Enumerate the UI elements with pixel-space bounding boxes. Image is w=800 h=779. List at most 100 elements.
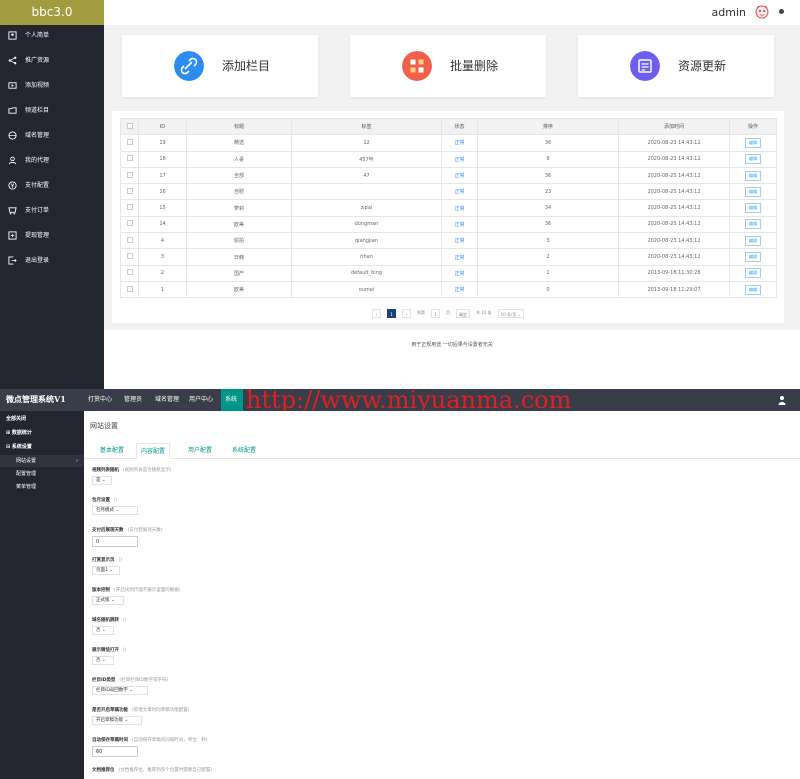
header-id[interactable]: ID xyxy=(138,117,187,136)
page-number-input[interactable]: 1 xyxy=(431,308,440,318)
cell-time: 2020-08-23 14:43:12 xyxy=(618,199,730,217)
add-column-card[interactable]: 添加栏目 xyxy=(122,35,318,97)
setting-select[interactable]: 正式版 ⌄ xyxy=(92,596,124,605)
edit-button[interactable]: 编辑 xyxy=(745,154,761,165)
setting-select[interactable]: 栏目ID返回数字 ⌄ xyxy=(92,686,148,695)
tab-content[interactable]: 内容配置 xyxy=(136,443,171,459)
avatar-icon[interactable] xyxy=(754,4,770,20)
nav-reward-center[interactable]: 打赏中心 xyxy=(84,389,116,411)
row-checkbox[interactable] xyxy=(120,183,139,201)
cell-time-text: 2020-08-23 14:43:12 xyxy=(647,205,701,212)
edit-button[interactable]: 编辑 xyxy=(745,235,761,246)
field-label: 自动保存草稿时间 (自动保存草稿的间隔时间，单位：秒) xyxy=(92,737,208,743)
user-name[interactable]: admin xyxy=(712,6,746,19)
sidebar-item-menu-manage[interactable]: 菜单管理 xyxy=(0,481,84,493)
batch-delete-card[interactable]: 批量删除 xyxy=(350,35,546,97)
header-tag[interactable]: 标签 xyxy=(291,117,442,136)
payment-icon xyxy=(8,181,17,190)
setting-input[interactable]: 60 xyxy=(92,746,138,757)
sidebar-item-add-video[interactable]: 添加视频 xyxy=(0,77,104,95)
sidebar-item-pay-config[interactable]: 支付配置 xyxy=(0,177,104,195)
setting-input[interactable]: 0 xyxy=(92,536,138,547)
sidebar-item-withdraw[interactable]: 提现管理 xyxy=(0,227,104,245)
cell-action: 编辑 xyxy=(729,150,777,168)
edit-button[interactable]: 编辑 xyxy=(745,268,761,279)
sidebar-item-profile[interactable]: 个人简单 xyxy=(0,27,104,45)
system-title: 微点管理系统V1 xyxy=(6,394,66,404)
cell-time: 2020-08-23 14:43:12 xyxy=(618,183,730,201)
tab-system[interactable]: 系统配置 xyxy=(232,443,256,459)
setting-select[interactable]: 开启草稿功能 ⌄ xyxy=(92,716,142,725)
nav-domain[interactable]: 域名管理 xyxy=(151,389,183,411)
bottom-admin-app: 微点管理系统V1 打赏中心 管理员 域名管理 用户中心 系统 http://ww… xyxy=(0,388,800,779)
cell-time: 2020-08-23 14:43:12 xyxy=(618,248,730,266)
row-checkbox[interactable] xyxy=(120,232,139,250)
table-row: 2 国产 default_bing 正常 1 2013-09-18 11:30:28 编辑 xyxy=(120,264,777,282)
sidebar-item-promo[interactable]: 推广资源 xyxy=(0,52,104,70)
edit-button[interactable]: 编辑 xyxy=(745,170,761,181)
sidebar-item-system-settings[interactable]: ⊟ 系统设置 xyxy=(0,441,84,453)
tab-basic[interactable]: 基本配置 xyxy=(100,443,124,459)
row-checkbox[interactable] xyxy=(120,215,139,234)
confirm-button[interactable]: 确定 xyxy=(456,308,470,318)
edit-button[interactable]: 编辑 xyxy=(745,137,761,148)
row-checkbox[interactable] xyxy=(120,248,139,266)
nav-admin[interactable]: 管理员 xyxy=(120,389,146,411)
row-checkbox[interactable] xyxy=(120,199,139,217)
sidebar-item-domain[interactable]: 域名管理 xyxy=(0,127,104,145)
sidebar-item-stats[interactable]: ⊞ 数据统计 xyxy=(0,427,84,439)
cell-status: 正常 xyxy=(441,150,478,168)
select-all-checkbox[interactable] xyxy=(120,117,139,136)
sidebar-item-label: 提现管理 xyxy=(25,232,50,239)
sidebar-item-site-settings[interactable]: 网站设置 › xyxy=(0,455,84,467)
header-time[interactable]: 添加时间 xyxy=(618,117,730,136)
row-checkbox[interactable] xyxy=(120,150,139,168)
header-status[interactable]: 状态 xyxy=(441,117,478,136)
header-title[interactable]: 标题 xyxy=(186,117,292,136)
tab-user[interactable]: 用户配置 xyxy=(188,443,212,459)
sidebar-item-agent[interactable]: 我的代理 xyxy=(0,152,104,170)
setting-select[interactable]: 页面1 ⌄ xyxy=(92,566,120,575)
cell-title-text: 日韩 xyxy=(233,254,244,261)
row-checkbox[interactable] xyxy=(120,134,139,152)
edit-button[interactable]: 编辑 xyxy=(745,219,761,230)
cell-action: 编辑 xyxy=(729,264,777,282)
field-hint: () xyxy=(114,498,118,503)
prev-page-button[interactable]: ‹ xyxy=(372,308,381,318)
setting-select[interactable]: 是 ⌄ xyxy=(92,476,112,485)
brand-logo[interactable]: bbc3.0 xyxy=(0,0,104,25)
close-all-button[interactable]: 全部关闭 xyxy=(0,413,84,425)
edit-button[interactable]: 编辑 xyxy=(745,284,761,295)
next-page-button[interactable]: › xyxy=(402,308,411,318)
row-checkbox[interactable] xyxy=(120,264,139,282)
cell-sort-text: 23 xyxy=(544,188,552,195)
cell-sort: 2 xyxy=(477,248,619,266)
row-checkbox[interactable] xyxy=(120,166,139,185)
cell-sort-text: 36 xyxy=(544,139,552,146)
sidebar-item-channel[interactable]: 频道栏目 xyxy=(0,102,104,120)
edit-button[interactable]: 编辑 xyxy=(745,203,761,214)
resource-update-card[interactable]: 资源更新 xyxy=(578,35,774,97)
user-menu-dot[interactable] xyxy=(779,9,784,14)
card-label: 批量删除 xyxy=(450,59,499,73)
sidebar-item-logout[interactable]: 退出登录 xyxy=(0,252,104,270)
header-sort[interactable]: 排序 xyxy=(477,117,619,136)
cell-title: 全部 xyxy=(186,166,292,185)
row-checkbox[interactable] xyxy=(120,280,139,299)
nav-user-center[interactable]: 用户中心 xyxy=(185,389,217,411)
page-1-button[interactable]: 1 xyxy=(387,308,396,318)
setting-select[interactable]: 否 ⌄ xyxy=(92,656,114,665)
page-size-select[interactable]: 10 条/页 ⌄ xyxy=(497,308,524,318)
sidebar-item-config-manage[interactable]: 配置管理 xyxy=(0,468,84,480)
link-icon xyxy=(174,51,204,81)
nav-system[interactable]: 系统 xyxy=(221,389,243,411)
sidebar-item-orders[interactable]: 支付订单 xyxy=(0,202,104,220)
field-label: 文档推荐位 (文档推荐位，推荐到多个位置时需要自己配置) xyxy=(92,767,212,773)
setting-select[interactable]: 否 ⌄ xyxy=(92,626,114,635)
cell-id-text: 17 xyxy=(159,172,166,179)
edit-button[interactable]: 编辑 xyxy=(745,186,761,197)
cell-title: 萝莉 xyxy=(186,199,292,217)
edit-button[interactable]: 编辑 xyxy=(745,252,761,263)
setting-select[interactable]: 包月模式 ⌄ xyxy=(92,506,138,515)
user-icon[interactable] xyxy=(778,395,786,405)
